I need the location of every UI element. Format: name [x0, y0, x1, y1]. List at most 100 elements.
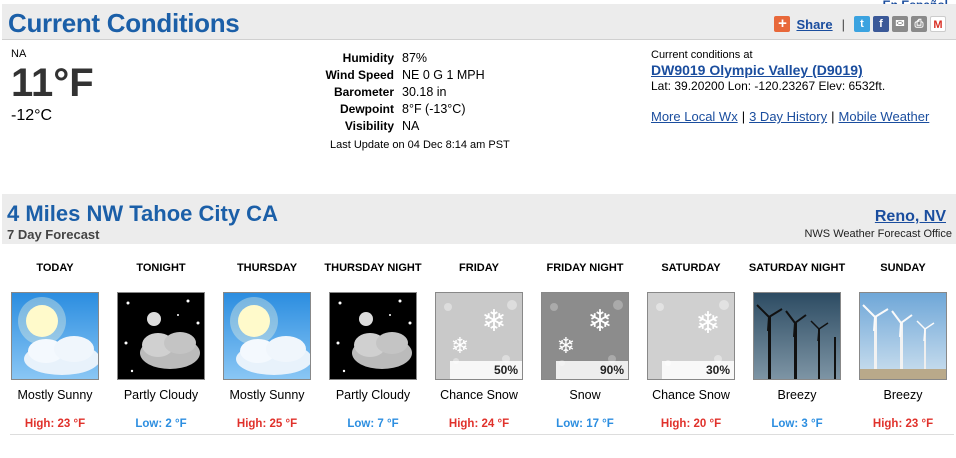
detail-value: 87%: [402, 50, 428, 65]
more-local-wx-link[interactable]: More Local Wx: [651, 109, 738, 124]
current-details-table: Humidity 87% Wind Speed NE 0 G 1 MPH Bar…: [300, 49, 540, 134]
forecast-period[interactable]: THURSDAY NIGHT Partly Cloudy Low: 7 °F: [320, 260, 426, 430]
night-cloudy-icon: [117, 292, 205, 380]
wind-turbines-night-icon: [753, 292, 841, 380]
forecast-period[interactable]: SUNDAY Breezy High: 23 °F: [850, 260, 956, 430]
share-link[interactable]: Share: [796, 17, 832, 32]
period-description: Mostly Sunny: [17, 388, 93, 402]
period-temperature: High: 23 °F: [24, 418, 86, 430]
detail-label: Barometer: [333, 84, 394, 99]
detail-row-wind-speed: Wind Speed NE 0 G 1 MPH: [300, 66, 540, 83]
period-temperature: Low: 2 °F: [135, 418, 187, 430]
email-icon[interactable]: ✉: [892, 16, 908, 32]
detail-label: Visibility: [344, 118, 394, 133]
period-temperature: High: 25 °F: [236, 418, 298, 430]
current-temp-c: -12°C: [11, 107, 53, 124]
period-name: SATURDAY: [661, 262, 721, 274]
detail-label: Humidity: [342, 50, 394, 65]
period-description: Mostly Sunny: [229, 388, 305, 402]
period-temperature: Low: 3 °F: [771, 418, 823, 430]
detail-row-barometer: Barometer 30.18 in: [300, 83, 540, 100]
share-bar: + Share | t f ✉ ⎙ M: [774, 16, 946, 32]
period-name: SUNDAY: [880, 262, 926, 274]
period-description: Partly Cloudy: [335, 388, 411, 402]
detail-row-humidity: Humidity 87%: [300, 49, 540, 66]
forecast-period[interactable]: FRIDAY ❄ ❄ 50% Chance Snow High: 24 °F: [426, 260, 532, 430]
period-name: FRIDAY NIGHT: [546, 262, 624, 274]
period-description: Chance Snow: [652, 388, 730, 402]
print-icon[interactable]: ⎙: [911, 16, 927, 32]
period-description: Breezy: [883, 388, 923, 402]
detail-value: NA: [402, 118, 420, 133]
period-temperature: Low: 17 °F: [556, 418, 614, 430]
bottom-divider: [10, 434, 954, 435]
period-temperature: High: 23 °F: [872, 418, 934, 430]
period-description: Partly Cloudy: [123, 388, 199, 402]
precip-chance: 30%: [662, 361, 734, 379]
period-temperature: Low: 7 °F: [347, 418, 399, 430]
forecast-office-link[interactable]: Reno, NV: [875, 208, 946, 226]
station-info: Current conditions at DW9019 Olympic Val…: [651, 49, 885, 93]
forecast-location-title: 4 Miles NW Tahoe City CA: [7, 201, 278, 226]
sunny-icon: [223, 292, 311, 380]
share-separator: |: [841, 16, 845, 32]
current-temperature-block: NA 11°F -12°C: [11, 48, 94, 125]
detail-label: Wind Speed: [325, 67, 394, 82]
svg-text:❄: ❄: [481, 304, 506, 339]
detail-row-dewpoint: Dewpoint 8°F (-13°C): [300, 100, 540, 117]
facebook-icon[interactable]: f: [873, 16, 889, 32]
period-temperature: High: 20 °F: [660, 418, 722, 430]
mobile-weather-link[interactable]: Mobile Weather: [839, 109, 930, 124]
period-temperature: High: 24 °F: [448, 418, 510, 430]
precip-chance: 50%: [450, 361, 522, 379]
night-cloudy-icon: [329, 292, 417, 380]
period-name: TONIGHT: [136, 262, 186, 274]
forecast-periods: TODAY Mostly Sunny High: 23 °F TONIGHT P…: [0, 260, 956, 440]
share-plus-icon[interactable]: +: [774, 16, 791, 32]
station-links: More Local Wx | 3 Day History | Mobile Weath…: [651, 109, 929, 124]
forecast-period[interactable]: SATURDAY NIGHT Breezy Low: 3 °F: [744, 260, 850, 430]
svg-text:❄: ❄: [587, 304, 612, 339]
forecast-period[interactable]: TONIGHT Partly Cloudy Low: 2 °F: [108, 260, 214, 430]
precip-chance: 90%: [556, 361, 628, 379]
station-caption: Current conditions at: [651, 49, 753, 61]
station-name-link[interactable]: DW9019 Olympic Valley (D9019): [651, 62, 885, 78]
snow-icon: ❄ ❄ 90%: [541, 292, 629, 380]
forecast-header: 4 Miles NW Tahoe City CA 7 Day Forecast …: [2, 194, 956, 244]
forecast-period[interactable]: SATURDAY ❄ 30% Chance Snow High: 20 °F: [638, 260, 744, 430]
period-description: Snow: [569, 388, 601, 402]
detail-label: Dewpoint: [340, 101, 394, 116]
3-day-history-link[interactable]: 3 Day History: [749, 109, 827, 124]
detail-value: 30.18 in: [402, 84, 447, 99]
period-name: FRIDAY: [459, 262, 499, 274]
forecast-period[interactable]: THURSDAY Mostly Sunny High: 25 °F: [214, 260, 320, 430]
forecast-office-subtitle: NWS Weather Forecast Office: [804, 228, 952, 240]
gmail-icon[interactable]: M: [930, 16, 946, 32]
period-description: Breezy: [777, 388, 817, 402]
forecast-period[interactable]: TODAY Mostly Sunny High: 23 °F: [2, 260, 108, 430]
last-update-text: Last Update on 04 Dec 8:14 am PST: [330, 139, 510, 151]
sunny-icon: [11, 292, 99, 380]
link-separator: |: [741, 109, 746, 124]
period-name: THURSDAY: [236, 262, 298, 274]
period-description: Chance Snow: [440, 388, 518, 402]
svg-text:❄: ❄: [557, 334, 575, 359]
snow-icon: ❄ ❄ 50%: [435, 292, 523, 380]
period-name: TODAY: [36, 262, 74, 274]
twitter-icon[interactable]: t: [854, 16, 870, 32]
period-name: SATURDAY NIGHT: [748, 262, 846, 274]
forecast-period[interactable]: FRIDAY NIGHT ❄ ❄ 90% Snow Low: 17 °F: [532, 260, 638, 430]
link-separator: |: [831, 109, 835, 124]
snow-icon: ❄ 30%: [647, 292, 735, 380]
detail-value: 8°F (-13°C): [402, 101, 466, 116]
detail-value: NE 0 G 1 MPH: [402, 67, 485, 82]
svg-text:❄: ❄: [695, 306, 720, 341]
station-coords: Lat: 39.20200 Lon: -120.23267 Elev: 6532…: [651, 79, 886, 93]
svg-text:❄: ❄: [451, 334, 469, 359]
current-temp-f: 11°F: [11, 61, 94, 105]
current-conditions-title: Current Conditions: [8, 8, 240, 38]
forecast-subtitle: 7 Day Forecast: [7, 227, 100, 242]
current-conditions-header: Current Conditions + Share | t f ✉ ⎙ M: [2, 4, 956, 40]
detail-row-visibility: Visibility NA: [300, 117, 540, 134]
wind-turbines-icon: [859, 292, 947, 380]
